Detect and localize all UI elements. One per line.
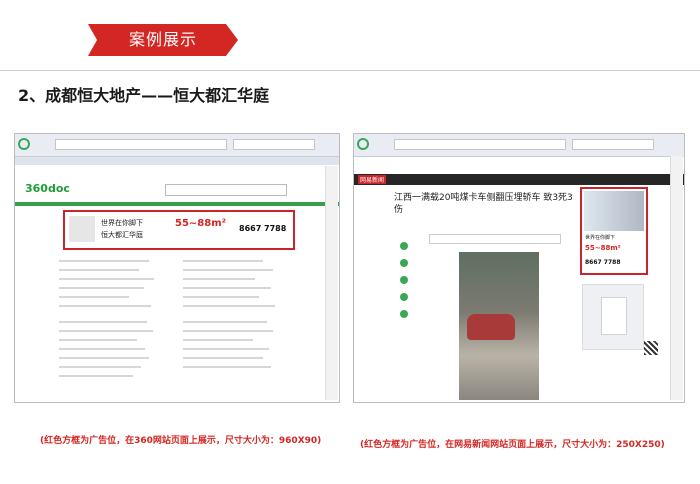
section-banner: 案例展示: [88, 24, 238, 56]
ad-price: 55~88m²: [585, 244, 621, 252]
site-search-input[interactable]: [165, 184, 287, 196]
red-car: [467, 314, 515, 340]
scrollbar[interactable]: [670, 156, 683, 400]
article-list-right: [183, 260, 283, 375]
page-title: 2、成都恒大地产——恒大都汇华庭: [18, 86, 270, 105]
site-nav-bar: 网易新闻: [354, 174, 684, 185]
browser-toolbar: [354, 134, 684, 157]
left-caption: (红色方框为广告位，在360网站页面上展示，尺寸大小为：960X90): [40, 436, 322, 446]
qr-code: [644, 341, 658, 355]
scrollbar[interactable]: [325, 166, 338, 400]
news-photo[interactable]: [459, 252, 539, 400]
browser-toolbar: [15, 134, 339, 157]
share-icon[interactable]: [400, 242, 408, 250]
ad-project-name: 恒大都汇华庭: [101, 231, 143, 239]
search-bar[interactable]: [233, 139, 315, 150]
site-nav-bar: [15, 202, 339, 206]
ad-price: 55~88m²: [175, 218, 227, 229]
ad-banner-960x90[interactable]: 世界在你脚下 恒大都汇华庭 55~88m² 8667 7788: [63, 210, 295, 250]
ad-phone: 8667 7788: [585, 259, 621, 266]
ad-logo: [69, 216, 95, 242]
share-icon[interactable]: [400, 259, 408, 267]
ad-strip: [429, 234, 561, 244]
address-bar[interactable]: [394, 139, 566, 150]
share-icon[interactable]: [400, 293, 408, 301]
ad-photo: [584, 191, 644, 231]
search-bar[interactable]: [572, 139, 654, 150]
shirt-icon: [601, 297, 627, 335]
browser-logo-icon: [18, 138, 30, 150]
divider: [0, 70, 700, 71]
site-logo[interactable]: 360doc: [25, 182, 70, 195]
right-caption: (红色方框为广告位，在网易新闻网站页面上展示，尺寸大小为：250X250): [360, 440, 665, 450]
ad-phone: 8667 7788: [239, 224, 287, 233]
ad-box-250x250[interactable]: 世界在你脚下 55~88m² 8667 7788: [580, 187, 648, 275]
site-logo[interactable]: 网易新闻: [358, 175, 387, 184]
article-list-left: [59, 260, 159, 384]
ad-slogan: 世界在你脚下: [585, 235, 616, 241]
tab-strip: [15, 157, 339, 165]
browser-logo-icon: [357, 138, 369, 150]
screenshot-163-news: 网易新闻 江西一满载20吨煤卡车侧翻压埋轿车 致3死3伤 世界在你脚下 55~8…: [353, 133, 685, 403]
share-icon[interactable]: [400, 276, 408, 284]
screenshot-360doc: 360doc 世界在你脚下 恒大都汇华庭 55~88m² 8667 7788: [14, 133, 340, 403]
side-product-image[interactable]: [582, 284, 644, 350]
article-headline: 江西一满载20吨煤卡车侧翻压埋轿车 致3死3伤: [394, 193, 573, 215]
ad-slogan: 世界在你脚下: [101, 219, 143, 227]
address-bar[interactable]: [55, 139, 227, 150]
share-icon[interactable]: [400, 310, 408, 318]
share-icons: [400, 242, 410, 318]
